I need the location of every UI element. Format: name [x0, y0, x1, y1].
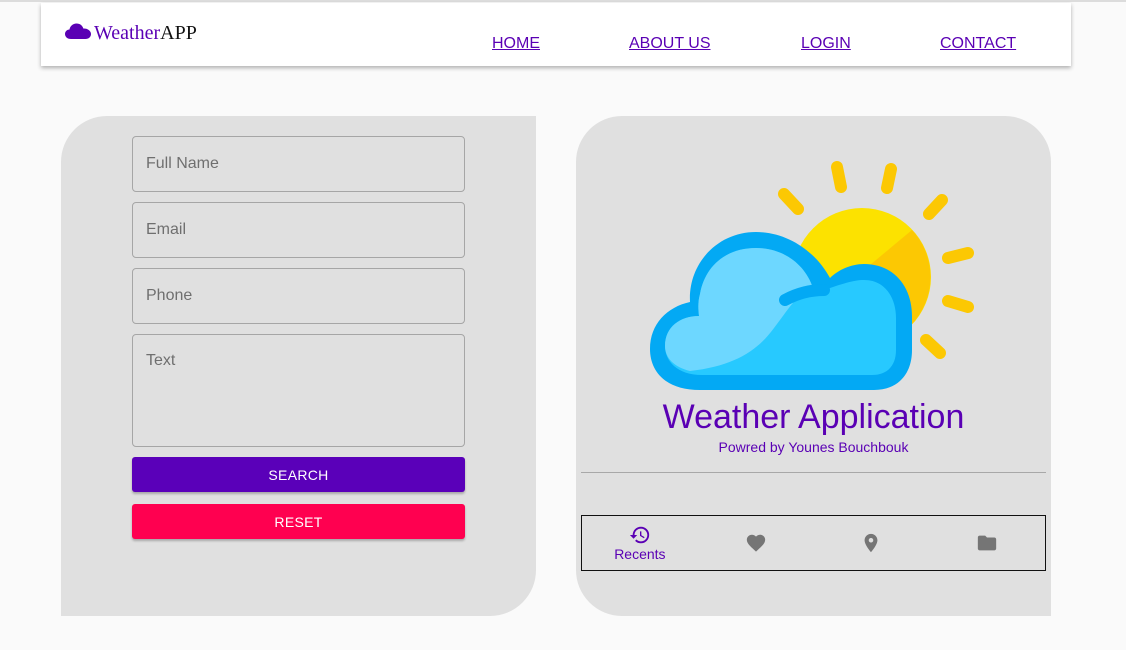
nav-contact-link[interactable]: CONTACT: [940, 36, 1016, 52]
full-name-input[interactable]: [132, 136, 465, 192]
app-title: Weather Application: [662, 398, 965, 436]
bottom-navigation: Recents: [581, 515, 1046, 571]
nav-about-link[interactable]: ABOUT US: [629, 36, 711, 52]
top-border: [0, 0, 1126, 2]
bottom-nav-favorites[interactable]: [698, 516, 814, 570]
bottom-nav-folder[interactable]: [929, 516, 1045, 570]
brand-name-weather: Weather: [94, 22, 161, 44]
divider: [581, 472, 1046, 473]
weather-info-panel: Weather Application Powred by Younes Bou…: [576, 116, 1051, 616]
nav-home-link[interactable]: HOME: [492, 36, 540, 52]
cloud-icon: [65, 23, 91, 39]
search-button[interactable]: SEARCH: [132, 457, 465, 492]
location-pin-icon: [864, 533, 878, 553]
email-input[interactable]: [132, 202, 465, 258]
bottom-nav-recents[interactable]: Recents: [582, 516, 698, 570]
reset-button[interactable]: RESET: [132, 504, 465, 539]
folder-icon: [977, 535, 997, 551]
history-icon: [629, 526, 650, 544]
bottom-nav-nearby[interactable]: [814, 516, 930, 570]
navbar: Weather APP HOME ABOUT US LOGIN CONTACT: [41, 3, 1071, 66]
nav-login-link[interactable]: LOGIN: [801, 36, 851, 52]
app-subtitle: Powred by Younes Bouchbouk: [718, 439, 909, 455]
bottom-nav-recents-label: Recents: [614, 546, 666, 562]
brand-logo[interactable]: Weather APP: [65, 22, 197, 45]
phone-input[interactable]: [132, 268, 465, 324]
text-area[interactable]: [132, 334, 465, 447]
brand-name-app: APP: [160, 22, 197, 44]
sun-cloud-icon: [650, 161, 974, 390]
heart-icon: [746, 534, 765, 552]
contact-form-panel: SEARCH RESET: [61, 116, 536, 616]
